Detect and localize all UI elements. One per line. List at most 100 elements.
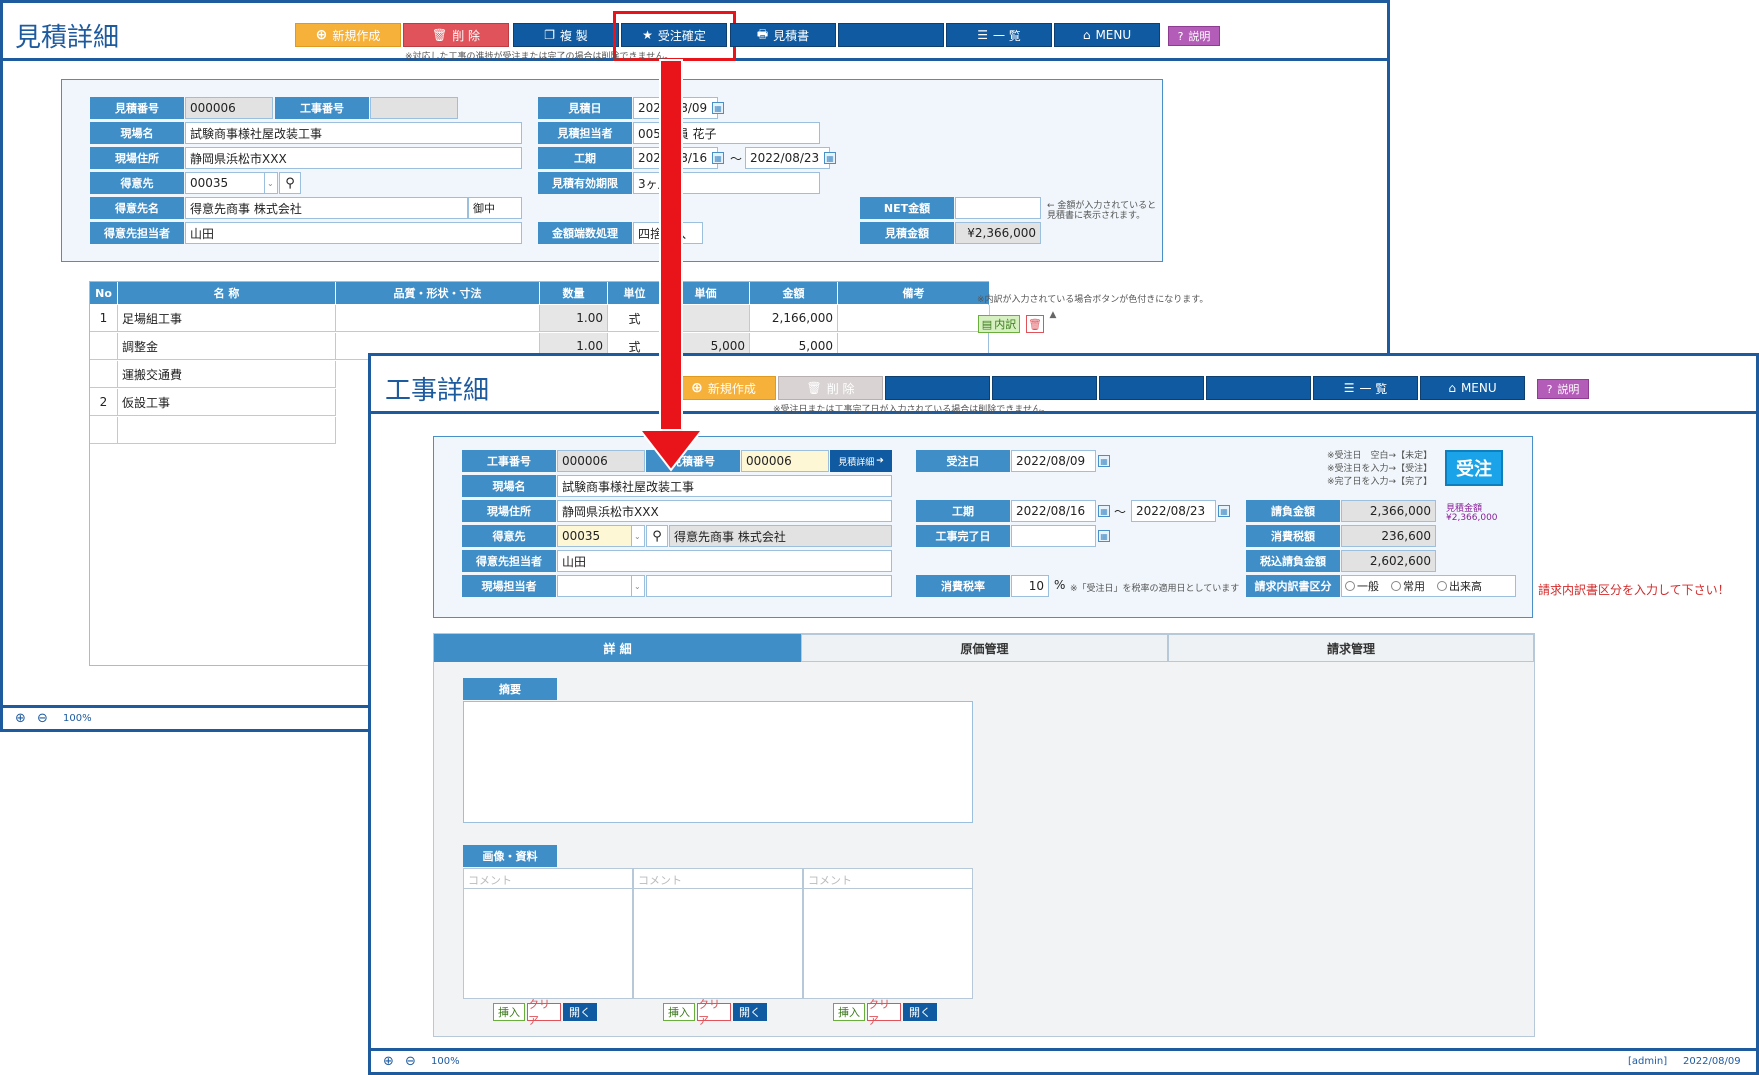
customer-contact-field[interactable]: 山田 [557,550,892,572]
blank-button[interactable] [1206,376,1311,400]
site-address-field[interactable]: 静岡県浜松市XXX [185,147,522,169]
period-from-field[interactable]: 2022/08/16 [633,147,718,169]
insert-button[interactable]: 挿入 [663,1003,695,1021]
calendar-icon[interactable]: ▦ [1098,455,1110,467]
calendar-icon[interactable]: ▦ [1098,530,1110,542]
work-no-field[interactable] [370,97,458,119]
blank-button[interactable] [838,23,944,47]
open-button[interactable]: 開く [563,1003,597,1021]
clear-button[interactable]: クリア [867,998,901,1027]
customer-field[interactable]: 00035 [185,172,265,194]
customer-name-field[interactable]: 得意先商事 株式会社 [185,197,468,219]
open-button[interactable]: 開く [903,1003,937,1021]
site-address-field[interactable]: 静岡県浜松市XXX [557,500,892,522]
period-from-field[interactable]: 2022/08/16 [1011,500,1096,522]
customer-field[interactable]: 00035 [557,525,632,547]
new-button[interactable]: ⊕ 新規作成 [671,376,776,400]
scroll-up-arrow[interactable]: ▲ [1046,310,1060,324]
calendar-icon[interactable]: ▦ [1218,505,1230,517]
period-to-field[interactable]: 2022/08/23 [1131,500,1216,522]
site-staff-field[interactable] [557,575,632,597]
arrow-right-icon: ➔ [876,456,884,466]
row1-qty[interactable]: 1.00 [540,305,608,332]
radio-general[interactable]: 一般 [1345,578,1379,594]
zoom-in-icon[interactable]: ⊕ [383,1054,394,1069]
estimate-no-field[interactable]: 000006 [741,450,829,472]
comment-field[interactable]: コメント [634,869,802,889]
site-name-field[interactable]: 試験商事様社屋改装工事 [185,122,522,144]
blank-button[interactable] [1099,376,1204,400]
validity-field[interactable]: 3ヶ月 [633,172,820,194]
image-slot-3[interactable]: コメント [803,868,973,999]
delete-button[interactable]: 🗑 削 除 [778,376,883,400]
estimate-no-field[interactable]: 000006 [185,97,273,119]
list-button[interactable]: ☰ 一 覧 [946,23,1052,47]
search-button[interactable]: ⚲ [646,525,668,547]
customer-dropdown[interactable]: ⌄ [264,172,278,194]
list-button[interactable]: ☰ 一 覧 [1313,376,1418,400]
radio-regular[interactable]: 常用 [1391,578,1425,594]
site-staff-dropdown[interactable]: ⌄ [631,575,645,597]
period-to-field[interactable]: 2022/08/23 [745,147,830,169]
comment-field[interactable]: コメント [804,869,972,889]
tab-billing[interactable]: 請求管理 [1168,634,1534,662]
honorific-select[interactable]: 御中 [468,197,522,219]
zoom-out-icon[interactable]: ⊖ [405,1054,416,1069]
row1-price[interactable] [662,305,750,332]
insert-button[interactable]: 挿入 [493,1003,525,1021]
blank-button[interactable] [885,376,990,400]
image-slot-1[interactable]: コメント [463,868,633,999]
row3-name[interactable]: 運搬交通費 [118,361,336,388]
tax-rate-field[interactable]: 10 [1011,575,1049,597]
rounding-select[interactable]: 四捨五入 [633,222,703,244]
row1-unit[interactable]: 式 [608,305,662,332]
row-delete-button[interactable]: 🗑 [1026,315,1044,333]
insert-button[interactable]: 挿入 [833,1003,865,1021]
new-button[interactable]: ⊕ 新規作成 [295,23,401,47]
comment-field[interactable]: コメント [464,869,632,889]
estimate-detail-button[interactable]: 見積詳細 ➔ [830,450,892,472]
open-button[interactable]: 開く [733,1003,767,1021]
label-invoice-type: 請求内訳書区分 [1246,575,1340,597]
estimate-date-field[interactable]: 2022/08/09 [633,97,718,119]
order-date-field[interactable]: 2022/08/09 [1011,450,1096,472]
net-field[interactable] [955,197,1041,219]
tab-detail[interactable]: 詳 細 [434,634,801,662]
site-name-field[interactable]: 試験商事様社屋改装工事 [557,475,892,497]
row1-note[interactable] [838,305,990,332]
work-statusbar: ⊕ ⊖ 100% [admin] 2022/08/09 [371,1048,1756,1072]
calendar-icon[interactable]: ▦ [824,152,836,164]
clear-button[interactable]: クリア [527,998,561,1027]
row5-name[interactable] [118,417,336,444]
help-button[interactable]: ? 説明 [1168,26,1220,46]
menu-button[interactable]: ⌂ MENU [1420,376,1525,400]
customer-contact-field[interactable]: 山田 [185,222,522,244]
zoom-in-icon[interactable]: ⊕ [15,711,26,726]
radio-progress[interactable]: 出来高 [1437,578,1482,594]
staff-field[interactable]: 005 社員 花子 [633,122,820,144]
help-button[interactable]: ? 説明 [1537,379,1589,399]
clear-button[interactable]: クリア [697,998,731,1027]
row1-spec[interactable] [336,305,540,332]
calendar-icon[interactable]: ▦ [1098,505,1110,517]
quote-button[interactable]: 🖶 見積書 [730,23,836,47]
completion-date-field[interactable] [1011,525,1096,547]
blank-button[interactable] [992,376,1097,400]
customer-dropdown[interactable]: ⌄ [631,525,645,547]
tab-cost[interactable]: 原価管理 [801,634,1168,662]
label-customer-name: 得意先名 [90,197,184,219]
copy-button[interactable]: ❐ 複 製 [513,23,619,47]
status-badge: 受注 [1445,450,1503,486]
menu-button[interactable]: ⌂ MENU [1054,23,1160,47]
delete-button[interactable]: 🗑 削 除 [403,23,509,47]
zoom-out-icon[interactable]: ⊖ [37,711,48,726]
search-button[interactable]: ⚲ [279,172,301,194]
row2-name[interactable]: 調整金 [118,333,336,360]
breakdown-button[interactable]: ▤ 内訳 [978,315,1020,333]
row1-name[interactable]: 足場組工事 [118,305,336,332]
row4-name[interactable]: 仮設工事 [118,389,336,416]
summary-textarea[interactable] [463,701,973,823]
image-slot-2[interactable]: コメント [633,868,803,999]
calendar-icon[interactable]: ▦ [712,152,724,164]
calendar-icon[interactable]: ▦ [712,102,724,114]
